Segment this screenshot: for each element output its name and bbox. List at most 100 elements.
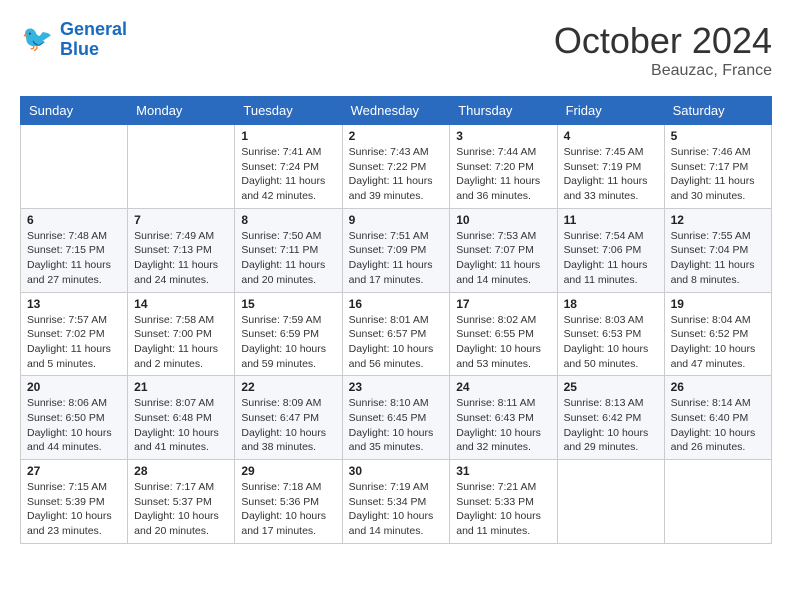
day-number: 29 (241, 464, 335, 478)
day-number: 10 (456, 213, 550, 227)
day-info: Sunrise: 7:50 AM Sunset: 7:11 PM Dayligh… (241, 229, 335, 288)
page-header: 🐦 General Blue October 2024 Beauzac, Fra… (20, 20, 772, 80)
day-number: 20 (27, 380, 121, 394)
weekday-header-saturday: Saturday (664, 97, 771, 125)
day-info: Sunrise: 7:58 AM Sunset: 7:00 PM Dayligh… (134, 313, 228, 372)
calendar-body: 1 Sunrise: 7:41 AM Sunset: 7:24 PM Daylig… (21, 125, 772, 544)
day-info: Sunrise: 7:48 AM Sunset: 7:15 PM Dayligh… (27, 229, 121, 288)
calendar-week-5: 27 Sunrise: 7:15 AM Sunset: 5:39 PM Dayli… (21, 460, 772, 544)
day-number: 22 (241, 380, 335, 394)
day-info: Sunrise: 7:15 AM Sunset: 5:39 PM Dayligh… (27, 480, 121, 539)
day-info: Sunrise: 8:11 AM Sunset: 6:43 PM Dayligh… (456, 396, 550, 455)
day-number: 3 (456, 129, 550, 143)
day-number: 12 (671, 213, 765, 227)
day-info: Sunrise: 8:03 AM Sunset: 6:53 PM Dayligh… (564, 313, 658, 372)
day-info: Sunrise: 7:55 AM Sunset: 7:04 PM Dayligh… (671, 229, 765, 288)
day-info: Sunrise: 7:21 AM Sunset: 5:33 PM Dayligh… (456, 480, 550, 539)
day-info: Sunrise: 7:43 AM Sunset: 7:22 PM Dayligh… (349, 145, 444, 204)
calendar-cell: 23Sunrise: 8:10 AM Sunset: 6:45 PM Dayli… (342, 376, 450, 460)
calendar-cell: 13 Sunrise: 7:57 AM Sunset: 7:02 PM Dayli… (21, 292, 128, 376)
calendar-cell: 17 Sunrise: 8:02 AM Sunset: 6:55 PM Dayli… (450, 292, 557, 376)
logo: 🐦 General Blue (20, 20, 127, 60)
day-number: 2 (349, 129, 444, 143)
day-info: Sunrise: 7:59 AM Sunset: 6:59 PM Dayligh… (241, 313, 335, 372)
calendar-cell: 28 Sunrise: 7:17 AM Sunset: 5:37 PM Dayli… (128, 460, 235, 544)
weekday-header-wednesday: Wednesday (342, 97, 450, 125)
day-number: 28 (134, 464, 228, 478)
day-number: 11 (564, 213, 658, 227)
weekday-header-monday: Monday (128, 97, 235, 125)
day-info: Sunrise: 7:19 AM Sunset: 5:34 PM Dayligh… (349, 480, 444, 539)
calendar-cell: 19 Sunrise: 8:04 AM Sunset: 6:52 PM Dayli… (664, 292, 771, 376)
calendar-cell: 26 Sunrise: 8:14 AM Sunset: 6:40 PM Dayli… (664, 376, 771, 460)
day-number: 8 (241, 213, 335, 227)
day-number: 4 (564, 129, 658, 143)
calendar-cell: 25 Sunrise: 8:13 AM Sunset: 6:42 PM Dayli… (557, 376, 664, 460)
day-info: Sunrise: 8:04 AM Sunset: 6:52 PM Dayligh… (671, 313, 765, 372)
calendar-week-3: 13 Sunrise: 7:57 AM Sunset: 7:02 PM Dayli… (21, 292, 772, 376)
calendar-table: SundayMondayTuesdayWednesdayThursdayFrid… (20, 96, 772, 544)
calendar-cell: 7Sunrise: 7:49 AM Sunset: 7:13 PM Daylig… (128, 208, 235, 292)
day-info: Sunrise: 7:46 AM Sunset: 7:17 PM Dayligh… (671, 145, 765, 204)
day-number: 17 (456, 297, 550, 311)
day-info: Sunrise: 7:18 AM Sunset: 5:36 PM Dayligh… (241, 480, 335, 539)
calendar-cell (664, 460, 771, 544)
day-number: 25 (564, 380, 658, 394)
day-info: Sunrise: 8:07 AM Sunset: 6:48 PM Dayligh… (134, 396, 228, 455)
calendar-cell: 30Sunrise: 7:19 AM Sunset: 5:34 PM Dayli… (342, 460, 450, 544)
calendar-cell: 2 Sunrise: 7:43 AM Sunset: 7:22 PM Daylig… (342, 125, 450, 209)
calendar-cell: 31 Sunrise: 7:21 AM Sunset: 5:33 PM Dayli… (450, 460, 557, 544)
day-number: 14 (134, 297, 228, 311)
weekday-header-sunday: Sunday (21, 97, 128, 125)
calendar-cell: 22Sunrise: 8:09 AM Sunset: 6:47 PM Dayli… (235, 376, 342, 460)
title-block: October 2024 Beauzac, France (554, 20, 772, 80)
calendar-cell: 21Sunrise: 8:07 AM Sunset: 6:48 PM Dayli… (128, 376, 235, 460)
day-info: Sunrise: 7:44 AM Sunset: 7:20 PM Dayligh… (456, 145, 550, 204)
day-number: 31 (456, 464, 550, 478)
calendar-cell: 6 Sunrise: 7:48 AM Sunset: 7:15 PM Daylig… (21, 208, 128, 292)
day-info: Sunrise: 7:57 AM Sunset: 7:02 PM Dayligh… (27, 313, 121, 372)
calendar-cell: 18 Sunrise: 8:03 AM Sunset: 6:53 PM Dayli… (557, 292, 664, 376)
calendar-cell: 14 Sunrise: 7:58 AM Sunset: 7:00 PM Dayli… (128, 292, 235, 376)
calendar-cell: 12 Sunrise: 7:55 AM Sunset: 7:04 PM Dayli… (664, 208, 771, 292)
day-number: 16 (349, 297, 444, 311)
calendar-cell: 20 Sunrise: 8:06 AM Sunset: 6:50 PM Dayli… (21, 376, 128, 460)
calendar-cell: 27 Sunrise: 7:15 AM Sunset: 5:39 PM Dayli… (21, 460, 128, 544)
day-info: Sunrise: 8:14 AM Sunset: 6:40 PM Dayligh… (671, 396, 765, 455)
day-info: Sunrise: 7:17 AM Sunset: 5:37 PM Dayligh… (134, 480, 228, 539)
month-title: October 2024 (554, 20, 772, 62)
day-info: Sunrise: 7:45 AM Sunset: 7:19 PM Dayligh… (564, 145, 658, 204)
calendar-week-1: 1 Sunrise: 7:41 AM Sunset: 7:24 PM Daylig… (21, 125, 772, 209)
day-number: 13 (27, 297, 121, 311)
day-number: 19 (671, 297, 765, 311)
weekday-header-friday: Friday (557, 97, 664, 125)
day-info: Sunrise: 7:54 AM Sunset: 7:06 PM Dayligh… (564, 229, 658, 288)
logo-text: General Blue (60, 20, 127, 60)
logo-icon: 🐦 (20, 22, 56, 58)
calendar-week-4: 20 Sunrise: 8:06 AM Sunset: 6:50 PM Dayli… (21, 376, 772, 460)
calendar-cell: 10Sunrise: 7:53 AM Sunset: 7:07 PM Dayli… (450, 208, 557, 292)
calendar-cell (21, 125, 128, 209)
day-number: 26 (671, 380, 765, 394)
day-info: Sunrise: 8:01 AM Sunset: 6:57 PM Dayligh… (349, 313, 444, 372)
calendar-cell (557, 460, 664, 544)
day-number: 15 (241, 297, 335, 311)
calendar-week-2: 6 Sunrise: 7:48 AM Sunset: 7:15 PM Daylig… (21, 208, 772, 292)
day-number: 18 (564, 297, 658, 311)
calendar-cell: 15 Sunrise: 7:59 AM Sunset: 6:59 PM Dayli… (235, 292, 342, 376)
calendar-cell: 24 Sunrise: 8:11 AM Sunset: 6:43 PM Dayli… (450, 376, 557, 460)
day-info: Sunrise: 7:41 AM Sunset: 7:24 PM Dayligh… (241, 145, 335, 204)
day-number: 6 (27, 213, 121, 227)
day-number: 24 (456, 380, 550, 394)
calendar-cell: 8 Sunrise: 7:50 AM Sunset: 7:11 PM Daylig… (235, 208, 342, 292)
calendar-cell: 29 Sunrise: 7:18 AM Sunset: 5:36 PM Dayli… (235, 460, 342, 544)
calendar-cell: 4 Sunrise: 7:45 AM Sunset: 7:19 PM Daylig… (557, 125, 664, 209)
day-info: Sunrise: 8:06 AM Sunset: 6:50 PM Dayligh… (27, 396, 121, 455)
day-number: 23 (349, 380, 444, 394)
day-info: Sunrise: 8:02 AM Sunset: 6:55 PM Dayligh… (456, 313, 550, 372)
calendar-cell: 9Sunrise: 7:51 AM Sunset: 7:09 PM Daylig… (342, 208, 450, 292)
day-number: 1 (241, 129, 335, 143)
day-number: 9 (349, 213, 444, 227)
day-info: Sunrise: 8:13 AM Sunset: 6:42 PM Dayligh… (564, 396, 658, 455)
day-number: 27 (27, 464, 121, 478)
